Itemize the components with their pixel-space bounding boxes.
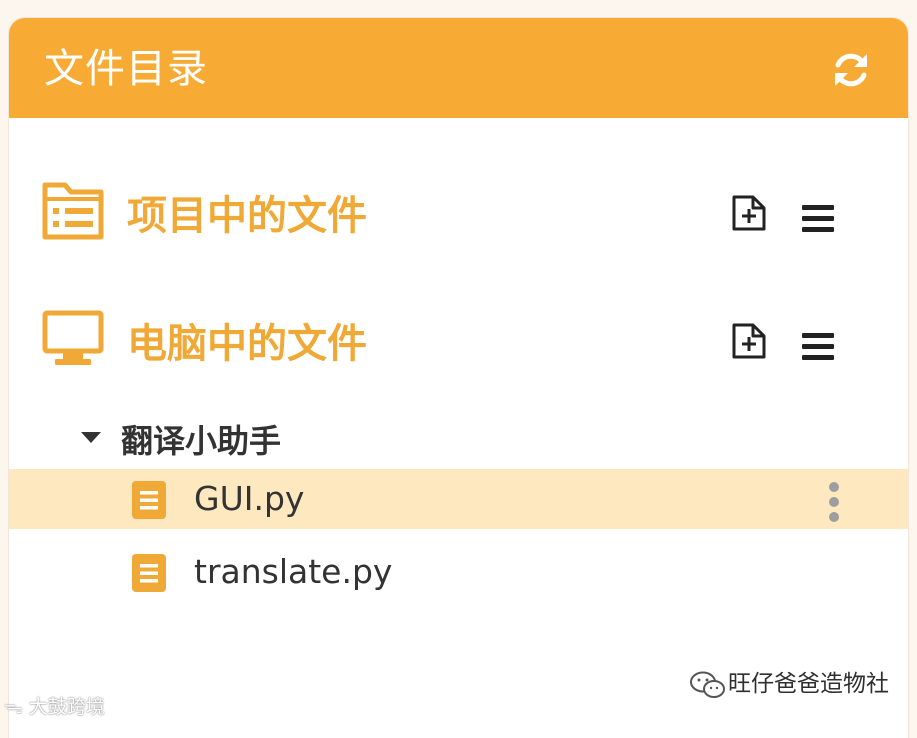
file-name: GUI.py	[194, 479, 305, 518]
monitor-icon	[42, 310, 104, 365]
watermark-text: 大鼓跨境	[28, 696, 105, 718]
file-item-translate[interactable]: translate.py	[9, 542, 908, 602]
section-title: 电脑中的文件	[127, 321, 367, 367]
watermark-logo-icon: ᯓ	[4, 696, 23, 718]
file-icon	[132, 481, 166, 519]
file-directory-panel: 文件目录 项目中的文件 电脑中的文件 翻译小助手 GUI.py translat…	[9, 18, 908, 738]
section-title: 项目中的文件	[127, 193, 367, 239]
more-options-button[interactable]	[822, 477, 846, 525]
refresh-icon	[835, 53, 867, 87]
watermark-right: 旺仔爸爸造物社	[688, 667, 889, 701]
folder-list-icon	[42, 182, 104, 240]
caret-down-icon[interactable]	[81, 432, 101, 443]
folder-name: 翻译小助手	[121, 422, 282, 460]
menu-icon[interactable]	[800, 200, 836, 238]
section-project-files[interactable]: 项目中的文件	[9, 176, 908, 256]
new-file-icon[interactable]	[731, 322, 767, 360]
tree-folder[interactable]: 翻译小助手	[9, 418, 908, 466]
panel-header: 文件目录	[9, 18, 908, 118]
file-item-gui[interactable]: GUI.py	[9, 469, 908, 529]
watermark-left: ᯓ 大鼓跨境	[4, 692, 105, 722]
file-name: translate.py	[194, 552, 393, 591]
file-icon	[132, 554, 166, 592]
section-computer-files[interactable]: 电脑中的文件	[9, 304, 908, 384]
more-vertical-icon	[829, 482, 839, 492]
menu-icon[interactable]	[800, 328, 836, 366]
watermark-text: 旺仔爸爸造物社	[728, 671, 889, 697]
wechat-icon	[690, 671, 725, 698]
new-file-icon[interactable]	[731, 194, 767, 232]
panel-title: 文件目录	[44, 46, 208, 92]
refresh-button[interactable]	[829, 48, 873, 92]
